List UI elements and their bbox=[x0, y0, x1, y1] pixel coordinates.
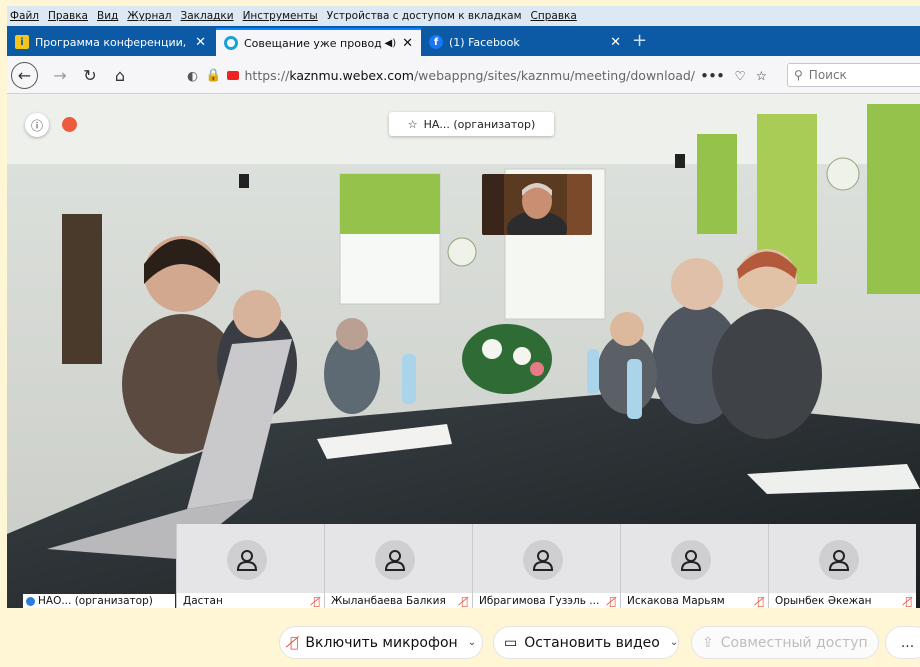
pocket-icon[interactable]: ♡ bbox=[734, 68, 745, 83]
participant-name: Ибрагимова Гузэль ... bbox=[473, 593, 620, 608]
recording-indicator-icon[interactable] bbox=[62, 117, 77, 132]
participant-tile[interactable]: Искакова Марьям 🎙̸ bbox=[620, 524, 768, 608]
participant-name-text: Ибрагимова Гузэль ... bbox=[479, 595, 600, 607]
reload-icon[interactable]: ↻ bbox=[77, 62, 103, 88]
tab-label: Совещание уже проводится bbox=[244, 36, 382, 50]
close-icon[interactable]: ✕ bbox=[195, 35, 206, 50]
participant-name-text: Орынбек Әкежан bbox=[775, 595, 872, 607]
pin-icon: ☆ bbox=[407, 117, 418, 131]
menu-view[interactable]: Вид bbox=[97, 10, 118, 22]
menu-tools[interactable]: Инструменты bbox=[243, 10, 318, 22]
menu-bookmarks[interactable]: Закладки bbox=[180, 10, 233, 22]
participant-name-text: Искакова Марьям bbox=[627, 595, 725, 607]
more-label: ... bbox=[900, 634, 915, 651]
active-speaker-pill[interactable]: ☆ НА... (организатор) bbox=[389, 112, 554, 136]
participant-name-text: Жыланбаева Балкия bbox=[331, 595, 446, 607]
tab-strip: i Программа конференции, 27 ✕ Совещание … bbox=[7, 26, 920, 56]
participant-name: Дастан bbox=[177, 593, 324, 608]
url-host: kaznmu.webex.com bbox=[289, 67, 414, 83]
url-prefix: https:// bbox=[244, 67, 290, 83]
search-placeholder: Поиск bbox=[808, 68, 847, 82]
more-options-button[interactable]: ... bbox=[885, 626, 920, 659]
menu-edit[interactable]: Правка bbox=[48, 10, 88, 22]
self-view-video[interactable] bbox=[482, 174, 592, 235]
unmute-button[interactable]: 🎙̸ Включить микрофон ⌄ bbox=[279, 626, 483, 659]
webex-status-icon bbox=[26, 596, 35, 606]
avatar bbox=[523, 540, 563, 580]
avatar bbox=[375, 540, 415, 580]
avatar bbox=[671, 540, 711, 580]
person-icon bbox=[384, 550, 406, 571]
menu-bar: Файл Правка Вид Журнал Закладки Инструме… bbox=[7, 6, 920, 26]
participant-strip: Дастан 🎙̸ Жыланбаева Балкия 🎙̸ Ибрагимов… bbox=[176, 524, 920, 608]
main-video: ⓘ ☆ НА... (организатор) НАО... (организа… bbox=[7, 94, 920, 608]
lock-icon[interactable]: 🔒 bbox=[206, 67, 222, 83]
menu-synced-tabs[interactable]: Устройства с доступом к вкладкам bbox=[327, 10, 522, 22]
participant-tile[interactable]: Ибрагимова Гузэль ... 🎙̸ bbox=[472, 524, 620, 608]
video-camera-icon: ▭ bbox=[504, 634, 518, 651]
yellow-doc-icon: i bbox=[15, 35, 29, 49]
participant-tile[interactable]: Жыланбаева Балкия 🎙̸ bbox=[324, 524, 472, 608]
host-name: НАО... (организатор) bbox=[38, 595, 153, 607]
speaker-icon[interactable]: ◀) bbox=[385, 38, 397, 49]
unmute-label: Включить микрофон bbox=[305, 634, 458, 651]
share-icon: ⇪ bbox=[702, 634, 714, 651]
new-tab-plus-icon[interactable]: + bbox=[632, 30, 647, 51]
tab-conference-program[interactable]: i Программа конференции, 27 ✕ bbox=[7, 28, 214, 56]
tab-facebook[interactable]: f (1) Facebook ✕ bbox=[421, 28, 629, 56]
share-button[interactable]: ⇪ Совместный доступ bbox=[691, 626, 879, 659]
menu-file[interactable]: Файл bbox=[10, 10, 39, 22]
avatar bbox=[819, 540, 859, 580]
meeting-info-icon[interactable]: ⓘ bbox=[25, 113, 49, 137]
muted-mic-icon: 🎙̸ bbox=[757, 595, 764, 608]
shield-icon[interactable]: ◐ bbox=[187, 68, 198, 83]
muted-mic-icon: 🎙̸ bbox=[905, 595, 912, 608]
stop-video-label: Остановить видео bbox=[524, 634, 660, 651]
search-input[interactable]: ⚲ Поиск bbox=[787, 63, 920, 87]
participant-name: Орынбек Әкежан bbox=[769, 593, 916, 608]
muted-mic-icon: 🎙̸ bbox=[313, 595, 320, 608]
webex-icon bbox=[224, 36, 238, 50]
participant-name: Искакова Марьям bbox=[621, 593, 768, 608]
meeting-controls: 🎙̸ Включить микрофон ⌄ ▭ Остановить виде… bbox=[7, 608, 920, 667]
search-icon: ⚲ bbox=[794, 68, 803, 82]
host-video-label: НАО... (организатор) bbox=[23, 594, 175, 608]
camera-indicator-icon[interactable] bbox=[226, 70, 239, 80]
menu-help[interactable]: Справка bbox=[531, 10, 577, 22]
person-icon bbox=[532, 550, 554, 571]
url-bar[interactable]: ◐ 🔒 https://kaznmu.webex.com/webappng/si… bbox=[187, 62, 777, 88]
participant-tile[interactable]: Дастан 🎙̸ bbox=[176, 524, 324, 608]
share-label: Совместный доступ bbox=[720, 634, 868, 651]
muted-mic-icon: 🎙̸ bbox=[609, 595, 616, 608]
tab-label: (1) Facebook bbox=[449, 35, 520, 49]
participant-name-text: Дастан bbox=[183, 595, 223, 607]
person-icon bbox=[236, 550, 258, 571]
page-actions-menu[interactable]: ••• bbox=[701, 68, 725, 83]
participant-tile[interactable]: Орынбек Әкежан 🎙̸ bbox=[768, 524, 916, 608]
bookmark-star-icon[interactable]: ☆ bbox=[756, 68, 767, 83]
facebook-icon: f bbox=[429, 35, 443, 49]
tab-label: Программа конференции, 27 bbox=[35, 35, 190, 49]
url-text[interactable]: https://kaznmu.webex.com/webappng/sites/… bbox=[245, 68, 695, 83]
back-arrow-icon[interactable]: ← bbox=[11, 62, 38, 89]
participant-name: Жыланбаева Балкия bbox=[325, 593, 472, 608]
muted-mic-icon: 🎙̸ bbox=[290, 634, 299, 651]
menu-history[interactable]: Журнал bbox=[127, 10, 171, 22]
person-icon bbox=[680, 550, 702, 571]
tab-meeting[interactable]: Совещание уже проводится ◀) ✕ bbox=[216, 28, 421, 56]
avatar bbox=[227, 540, 267, 580]
muted-mic-icon: 🎙̸ bbox=[461, 595, 468, 608]
close-icon[interactable]: ✕ bbox=[610, 35, 621, 50]
browser-window: Файл Правка Вид Журнал Закладки Инструме… bbox=[7, 6, 920, 667]
chevron-down-icon[interactable]: ⌄ bbox=[468, 637, 476, 648]
person-icon bbox=[828, 550, 850, 571]
nav-bar: ← → ↻ ⌂ ◐ 🔒 https://kaznmu.webex.com/web… bbox=[7, 56, 920, 94]
active-speaker-name: НА... (организатор) bbox=[423, 117, 536, 131]
forward-arrow-icon[interactable]: → bbox=[47, 62, 73, 88]
url-path: /webappng/sites/kaznmu/meeting/download/… bbox=[413, 67, 695, 83]
close-icon[interactable]: ✕ bbox=[402, 36, 413, 51]
stop-video-button[interactable]: ▭ Остановить видео ⌄ bbox=[493, 626, 679, 659]
home-icon[interactable]: ⌂ bbox=[107, 62, 133, 88]
chevron-down-icon[interactable]: ⌄ bbox=[670, 637, 678, 648]
